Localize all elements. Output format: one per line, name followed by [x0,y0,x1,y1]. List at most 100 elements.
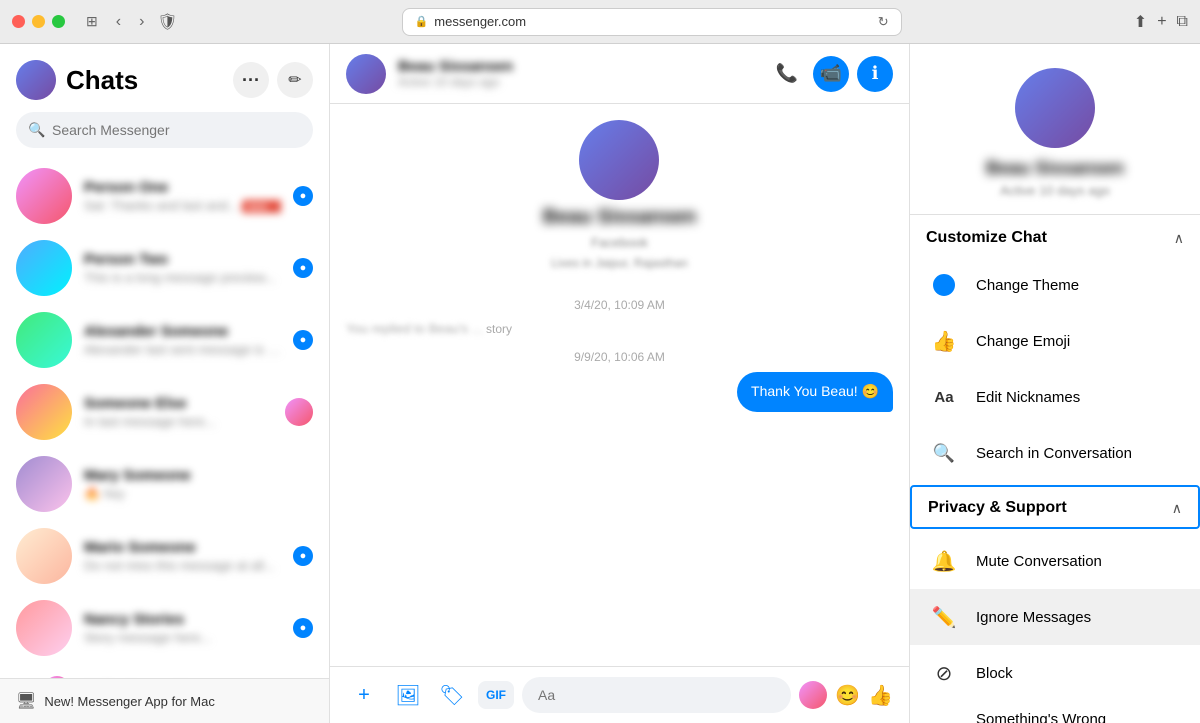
bell-icon: 🔔 [926,543,962,579]
list-item[interactable]: Hello Group Message Group message previe… [0,664,329,678]
monitor-icon: 🖥 [16,691,36,711]
customize-chat-section: Customize Chat ∧ Change Theme 👍 Change E… [910,215,1200,481]
minimize-traffic-light[interactable] [32,15,45,28]
change-theme-item[interactable]: Change Theme [910,257,1200,313]
avatar [16,168,72,224]
message-row: Thank You Beau! 😊 [346,372,893,412]
unread-badge: ● [293,258,313,278]
edit-nicknames-item[interactable]: Aa Edit Nicknames [910,369,1200,425]
chat-info: Mary Someone 🔥 hey [84,467,301,502]
avatar [16,456,72,512]
image-button[interactable]: 🖼 [390,677,426,713]
edit-nicknames-label: Edit Nicknames [976,389,1080,406]
sidebar-header-actions: ··· ✏ [233,62,313,98]
address-bar[interactable]: 🔒 messenger.com ↻ [402,8,902,36]
customize-chat-header[interactable]: Customize Chat ∧ [910,215,1200,257]
list-item[interactable]: Alexander Someone Alexander last sent me… [0,304,329,376]
chat-name: Person Two [84,251,281,268]
app: Chats ··· ✏ 🔍 Person One Sat: Thanks and… [0,44,1200,723]
info-button[interactable]: ℹ [857,56,893,92]
chat-info: Someone Else In last message here... [84,395,273,429]
video-call-button[interactable]: 📹 [813,56,849,92]
chat-meta: ● [293,330,313,350]
gif-button[interactable]: GIF [478,681,514,709]
chat-header-name: Beau Sissansen [398,58,757,75]
compose-button[interactable]: ✏ [277,62,313,98]
chat-messages: Beau Sissansen Facebook Lives in Jaipur,… [330,104,909,666]
list-item[interactable]: Mario Someone Do not miss this message a… [0,520,329,592]
list-item[interactable]: Nancy Stories Story message here... ● [0,592,329,664]
chevron-up-icon: ∧ [1172,500,1182,517]
sidebar-title: Chats [66,65,223,96]
phone-call-button[interactable]: 📞 [769,56,805,92]
chat-name: Someone Else [84,395,273,412]
url-text: messenger.com [434,14,526,29]
back-button[interactable]: ‹ [111,11,126,33]
refresh-button[interactable]: ↻ [878,14,889,30]
emoji-button[interactable]: 😊 [835,683,860,708]
traffic-lights [12,15,65,28]
user-avatar[interactable] [16,60,56,100]
ignore-messages-item[interactable]: ✏️ Ignore Messages [910,589,1200,645]
chat-info: Person Two This is a long message previe… [84,251,281,285]
chat-preview: In last message here... [84,414,273,429]
sidebar-toggle-button[interactable]: ⊞ [81,11,103,32]
right-panel: Beau Sissansen Active 10 days ago Custom… [910,44,1200,723]
block-label: Block [976,665,1013,682]
windows-button[interactable]: ⧉ [1177,13,1188,31]
chat-preview: This is a long message preview... [84,270,281,285]
lock-icon: 🔒 [415,15,429,28]
maximize-traffic-light[interactable] [52,15,65,28]
something-wrong-item[interactable]: ⚠ Something's Wrong Give feedback and re… [910,701,1200,723]
contact-info-center: Beau Sissansen Facebook Lives in Jaipur,… [543,120,696,270]
list-item[interactable]: Person Two This is a long message previe… [0,232,329,304]
right-panel-profile: Beau Sissansen Active 10 days ago [910,44,1200,215]
chat-preview: Story message here... [84,630,281,645]
ignore-icon: ✏️ [926,599,962,635]
chat-name: Mario Someone [84,539,281,556]
message-timestamp: 3/4/20, 10:09 AM [346,298,893,312]
message-bubble: Thank You Beau! 😊 [737,372,893,412]
search-conversation-item[interactable]: 🔍 Search in Conversation [910,425,1200,481]
add-button[interactable]: + [346,677,382,713]
profile-name: Beau Sissansen [986,158,1124,179]
close-traffic-light[interactable] [12,15,25,28]
search-input[interactable] [16,112,313,148]
contact-sub: Facebook [591,235,648,250]
chat-preview: Sat: Thanks and last and... ●●●●● [84,198,281,213]
avatar [16,240,72,296]
like-button[interactable]: 👍 [868,683,893,708]
contact-avatar-large [579,120,659,200]
avatar [16,312,72,368]
more-options-button[interactable]: ··· [233,62,269,98]
message-timestamp: 9/9/20, 10:06 AM [346,350,893,364]
sticker-button[interactable]: 🏷 [434,677,470,713]
list-item[interactable]: Mary Someone 🔥 hey [0,448,329,520]
preview-thumbnail [285,398,313,426]
change-emoji-label: Change Emoji [976,333,1070,350]
message-row: You replied to Beau's ... story [346,320,893,338]
list-item[interactable]: Someone Else In last message here... [0,376,329,448]
list-item[interactable]: Person One Sat: Thanks and last and... ●… [0,160,329,232]
search-conv-icon: 🔍 [926,435,962,471]
privacy-support-section: Privacy & Support ∧ [910,485,1200,529]
share-button[interactable]: ⬆ [1134,12,1147,32]
something-wrong-label: Something's Wrong [976,711,1184,723]
forward-button[interactable]: › [134,11,149,33]
privacy-support-header[interactable]: Privacy & Support ∧ [912,487,1198,527]
change-emoji-item[interactable]: 👍 Change Emoji [910,313,1200,369]
input-right-avatar [799,681,827,709]
chat-header: Beau Sissansen Active 10 days ago 📞 📹 ℹ [330,44,909,104]
chat-name: Nancy Stories [84,611,281,628]
shield-icon: 🛡 [157,12,177,32]
sidebar-header: Chats ··· ✏ [0,44,329,108]
browser-actions: ⬆ + ⧉ [1134,12,1188,32]
chevron-up-icon: ∧ [1174,230,1184,247]
chat-meta: ● [293,186,313,206]
avatar [42,674,72,678]
new-tab-button[interactable]: + [1157,13,1166,31]
block-item[interactable]: ⊘ Block [910,645,1200,701]
mute-conversation-item[interactable]: 🔔 Mute Conversation [910,533,1200,589]
browser-titlebar: ⊞ ‹ › 🛡 🔒 messenger.com ↻ ⬆ + ⧉ [0,0,1200,44]
message-input[interactable] [522,677,791,713]
